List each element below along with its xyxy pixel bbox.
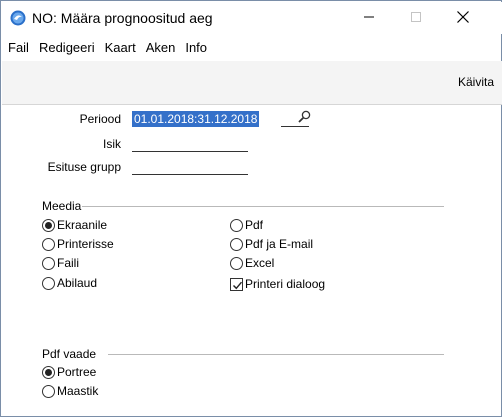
esituse-grupp-value[interactable]: [132, 159, 136, 175]
radio-label: Abilaud: [57, 276, 98, 290]
media-option-faili[interactable]: Faili: [42, 255, 79, 271]
media-option-ekraanile[interactable]: Ekraanile: [42, 217, 107, 233]
radio-unchecked-icon: [230, 218, 243, 232]
radio-checked-icon: [42, 365, 55, 379]
radio-label: Printerisse: [57, 237, 114, 251]
radio-label: Excel: [245, 256, 275, 270]
media-option-printerisse[interactable]: Printerisse: [42, 236, 114, 252]
media-option-pdf[interactable]: Pdf: [230, 217, 263, 233]
radio-unchecked-icon: [42, 384, 55, 398]
media-group-label: Meedia: [42, 199, 82, 213]
esituse-grupp-field[interactable]: [132, 159, 248, 175]
isik-label: Isik: [103, 137, 121, 151]
app-icon: [10, 10, 26, 26]
close-icon: [457, 10, 469, 26]
media-option-abilaud[interactable]: Abilaud: [42, 275, 97, 291]
printer-dialog-checkbox[interactable]: Printeri dialoog: [230, 276, 325, 292]
window-title: NO: Määra prognoositud aeg: [32, 10, 213, 26]
search-icon[interactable]: [297, 110, 311, 127]
radio-label: Faili: [57, 256, 80, 270]
minimize-icon: [364, 11, 374, 25]
menu-redigeeri[interactable]: Redigeeri: [34, 38, 100, 58]
radio-label: Ekraanile: [57, 218, 108, 232]
checkbox-checked-icon: [230, 277, 243, 291]
close-button[interactable]: [440, 2, 486, 34]
isik-field[interactable]: [132, 136, 248, 152]
radio-label: Pdf: [245, 218, 264, 232]
radio-label: Maastik: [57, 384, 99, 398]
media-option-pdf-email[interactable]: Pdf ja E-mail: [230, 236, 313, 252]
pdf-view-option-portree[interactable]: Portree: [42, 364, 96, 380]
pdf-view-option-maastik[interactable]: Maastik: [42, 383, 98, 399]
menu-info[interactable]: Info: [180, 38, 212, 58]
media-group-divider: [82, 206, 444, 207]
radio-unchecked-icon: [42, 237, 55, 251]
radio-checked-icon: [42, 218, 55, 232]
radio-unchecked-icon: [42, 276, 55, 290]
menu-bar: Fail Redigeeri Kaart Aken Info: [2, 38, 212, 58]
minimize-button[interactable]: [346, 2, 392, 34]
maximize-icon: [411, 11, 421, 25]
esituse-grupp-label: Esituse grupp: [47, 160, 121, 174]
media-option-excel[interactable]: Excel: [230, 255, 274, 271]
menu-kaart[interactable]: Kaart: [100, 38, 141, 58]
pdf-view-group-divider: [108, 354, 444, 355]
periood-label: Periood: [79, 112, 121, 126]
report-window: NO: Määra prognoositud aeg Fail Redigeer…: [0, 0, 502, 417]
toolbar: Käivita: [2, 61, 502, 105]
radio-label: Portree: [57, 365, 97, 379]
pdf-view-group-label: Pdf vaade: [42, 347, 97, 361]
printer-dialog-label: Printeri dialoog: [245, 277, 326, 291]
radio-label: Pdf ja E-mail: [245, 237, 314, 251]
radio-unchecked-icon: [42, 256, 55, 270]
maximize-button[interactable]: [393, 2, 439, 34]
periood-value[interactable]: 01.01.2018:31.12.2018: [132, 111, 260, 127]
isik-value[interactable]: [132, 136, 136, 152]
radio-unchecked-icon: [230, 256, 243, 270]
title-bar[interactable]: NO: Määra prognoositud aeg: [2, 2, 502, 34]
menu-aken[interactable]: Aken: [141, 38, 181, 58]
menu-fail[interactable]: Fail: [2, 38, 34, 58]
radio-unchecked-icon: [230, 237, 243, 251]
run-button[interactable]: Käivita: [458, 73, 494, 91]
